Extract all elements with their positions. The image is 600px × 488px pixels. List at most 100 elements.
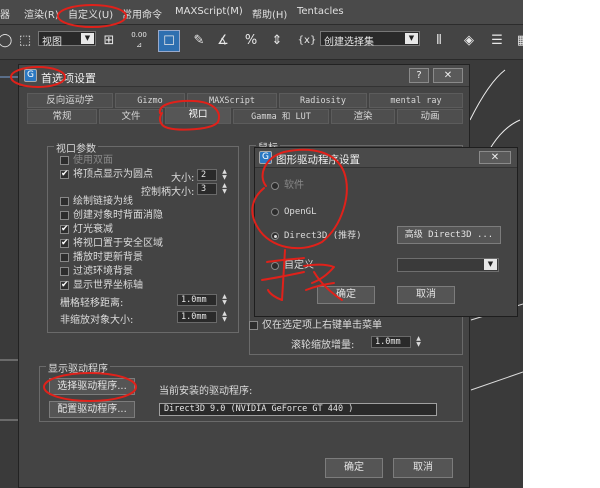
menu-item-tools[interactable]: 器	[0, 6, 10, 21]
checkbox[interactable]	[249, 321, 258, 330]
align-icon[interactable]: ◈	[458, 30, 480, 52]
radio-button[interactable]	[271, 208, 279, 216]
pivot-center-icon[interactable]: ⊞	[98, 30, 120, 52]
preferences-title-bar[interactable]: G 首选项设置 ? ✕	[19, 65, 469, 87]
menu-item-rendering[interactable]: 渲染(R)	[24, 6, 59, 21]
option-label: Direct3D (推荐)	[284, 231, 362, 241]
cancel-button[interactable]: 取消	[393, 458, 453, 478]
tab-viewports[interactable]: 视口	[165, 107, 231, 124]
vertex-size-field[interactable]: 2	[197, 169, 217, 181]
tab-mental-ray-label: mental ray	[390, 96, 442, 106]
display-drivers-label: 显示驱动程序	[46, 360, 110, 375]
tab-gamma-lut[interactable]: Gamma 和 LUT	[233, 109, 329, 124]
tab-radiosity-label: Radiosity	[299, 96, 347, 106]
menu-item-maxscript[interactable]: MAXScript(M)	[175, 6, 243, 17]
close-icon[interactable]: ✕	[433, 68, 463, 83]
check-icon[interactable]: ✔	[60, 225, 69, 234]
option-label: 使用双面	[73, 155, 113, 166]
tab-general-label: 常规	[52, 111, 72, 122]
choose-driver-button[interactable]: 选择驱动程序...	[49, 378, 135, 395]
spinner-arrows-icon[interactable]: ▲ ▼	[221, 183, 228, 195]
ok-button[interactable]: 确定	[325, 458, 383, 478]
app-logo-icon: G	[24, 69, 37, 82]
help-button[interactable]: ?	[409, 68, 429, 83]
wheel-zoom-field[interactable]: 1.0mm	[371, 336, 411, 348]
spinner-snap-icon[interactable]: ⇕	[266, 30, 288, 52]
checkbox[interactable]	[60, 197, 69, 206]
graph-editor-icon[interactable]: ▦	[512, 30, 523, 52]
tab-maxscript[interactable]: MAXScript	[187, 93, 277, 108]
checkbox[interactable]	[60, 253, 69, 262]
reference-coord-value: 视图	[42, 37, 62, 48]
spinner-arrows-icon[interactable]: ▲ ▼	[221, 294, 228, 306]
tab-general[interactable]: 常规	[27, 109, 97, 124]
option-label: 显示世界坐标轴	[73, 280, 143, 291]
configure-driver-button[interactable]: 配置驱动程序...	[49, 401, 135, 418]
custom-driver-combo[interactable]: ▼	[397, 258, 499, 272]
advanced-direct3d-button[interactable]: 高级 Direct3D ...	[397, 226, 501, 244]
radio-button[interactable]	[271, 182, 279, 190]
gfx-ok-button[interactable]: 确定	[317, 286, 375, 304]
non-scaling-size-field[interactable]: 1.0mm	[177, 311, 217, 323]
tab-gizmo-label: Gizmo	[137, 96, 163, 106]
tab-ik-label: 反向运动学	[46, 95, 94, 106]
named-selection-combo[interactable]: 创建选择集 ▼	[320, 31, 420, 48]
angle-snap-label[interactable]: 0.00 ⊿	[128, 30, 150, 52]
handle-size-field[interactable]: 3	[197, 183, 217, 195]
tab-viewports-label: 视口	[188, 109, 208, 120]
check-icon[interactable]: ✔	[60, 239, 69, 248]
chevron-down-icon: ▼	[405, 33, 418, 44]
menu-item-help[interactable]: 帮助(H)	[252, 6, 287, 21]
menu-item-tentacles[interactable]: Tentacles	[297, 6, 344, 17]
checkbox[interactable]	[60, 211, 69, 220]
spinner-arrows-icon[interactable]: ▲ ▼	[221, 311, 228, 323]
snap-toggle-icon[interactable]: ✎	[188, 30, 210, 52]
tab-gizmo[interactable]: Gizmo	[115, 93, 185, 108]
angle-snap-value: 0.00	[131, 31, 147, 39]
layer-manager-icon[interactable]: ☰	[486, 30, 508, 52]
checkbox[interactable]	[60, 156, 69, 165]
preferences-title: 首选项设置	[41, 72, 96, 85]
select-window-icon[interactable]: ☐	[158, 30, 180, 52]
spinner-arrows-icon[interactable]: ▲ ▼	[221, 169, 228, 181]
tab-rendering[interactable]: 渲染	[331, 109, 395, 124]
menu-item-customize[interactable]: 自定义(U)	[68, 6, 113, 21]
option-label: 播放时更新背景	[73, 252, 143, 263]
menu-item-common-commands[interactable]: 常用命令	[122, 6, 162, 21]
graphics-driver-title-bar[interactable]: G 图形驱动程序设置 ✕	[255, 148, 517, 168]
angle-snap-icon[interactable]: ∡	[212, 30, 234, 52]
dotted-select-icon[interactable]: ⬚	[14, 30, 36, 52]
graphics-driver-title: 图形驱动程序设置	[276, 154, 360, 166]
tab-ik[interactable]: 反向运动学	[27, 93, 113, 108]
percent-snap-icon[interactable]: %	[240, 30, 262, 52]
option-label: 软件	[284, 180, 304, 191]
option-label: 灯光衰减	[73, 224, 113, 235]
tab-radiosity[interactable]: Radiosity	[279, 93, 367, 108]
vertex-size-label: 大小:	[171, 173, 195, 184]
check-icon[interactable]: ✔	[60, 281, 69, 290]
option-label: 自定义	[284, 260, 314, 271]
radio-button-selected[interactable]	[271, 232, 279, 240]
reference-coord-combo[interactable]: 视图 ▼	[38, 31, 96, 48]
handle-size-label: 控制柄大小:	[141, 187, 195, 198]
edit-named-selection-icon[interactable]: {x}	[296, 30, 318, 52]
check-icon[interactable]: ✔	[60, 170, 69, 179]
option-label: 过滤环境背景	[73, 266, 133, 277]
tab-mental-ray[interactable]: mental ray	[369, 93, 463, 108]
tab-files[interactable]: 文件	[99, 109, 163, 124]
option-label: 仅在选定项上右键单击菜单	[262, 320, 382, 331]
tab-gamma-lut-label: Gamma 和 LUT	[251, 112, 311, 122]
checkbox[interactable]	[60, 267, 69, 276]
spinner-arrows-icon[interactable]: ▲ ▼	[415, 336, 422, 348]
close-icon[interactable]: ✕	[479, 151, 511, 164]
gfx-cancel-button[interactable]: 取消	[397, 286, 455, 304]
grid-nudge-field[interactable]: 1.0mm	[177, 294, 217, 306]
radio-button[interactable]	[271, 262, 279, 270]
option-label: OpenGL	[284, 207, 317, 217]
app-logo-icon: G	[259, 151, 272, 164]
mirror-icon[interactable]: ⫴	[428, 30, 450, 52]
chevron-down-icon: ▼	[81, 33, 94, 44]
chevron-down-icon: ▼	[484, 259, 497, 270]
tab-files-label: 文件	[121, 111, 141, 122]
tab-animation[interactable]: 动画	[397, 109, 463, 124]
